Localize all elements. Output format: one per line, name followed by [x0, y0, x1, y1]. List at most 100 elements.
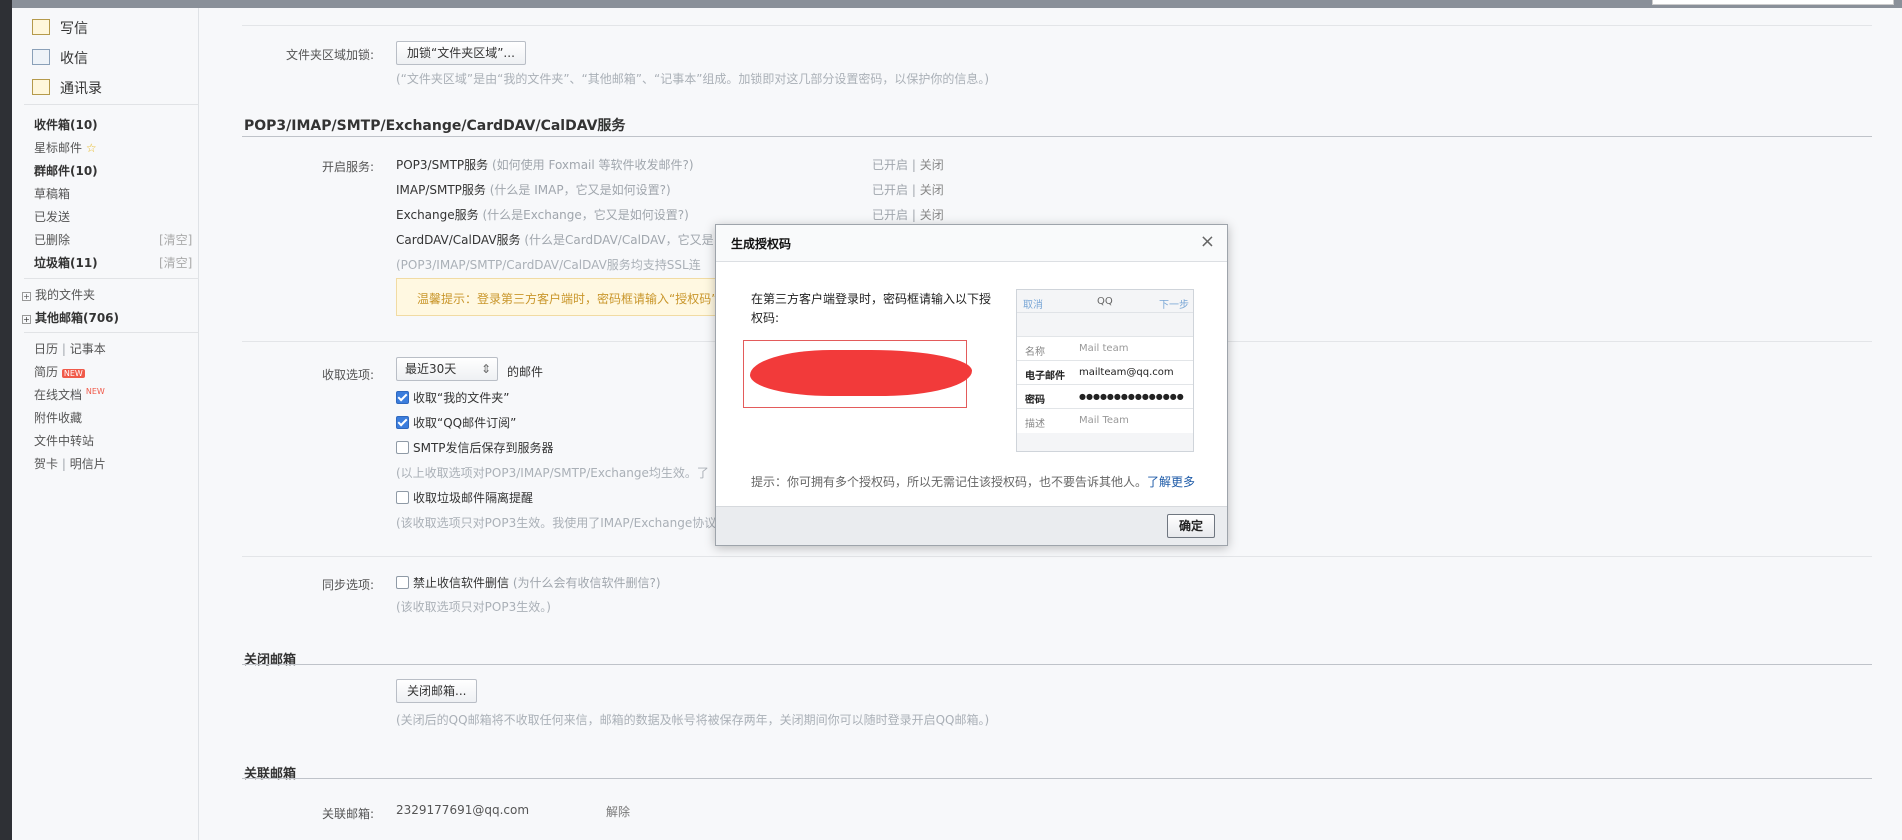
compose-link[interactable]: 写信: [32, 18, 88, 38]
learn-more-link[interactable]: 了解更多: [1147, 475, 1195, 489]
close-mailbox-title: 关闭邮箱: [244, 653, 297, 668]
receive-label: 收信: [60, 51, 88, 67]
junk-opt[interactable]: 收取垃圾邮件隔离提醒: [396, 489, 533, 506]
new-badge: NEW: [85, 387, 105, 396]
folder-starred[interactable]: 星标邮件 ☆: [34, 139, 97, 156]
folder-lock-button[interactable]: 加锁“文件夹区域”...: [396, 41, 526, 65]
close-service-link[interactable]: 关闭: [920, 183, 944, 197]
calendar-link[interactable]: 日历: [34, 342, 58, 356]
close-service-link[interactable]: 关闭: [920, 208, 944, 222]
row-value: Mail Team: [1079, 415, 1129, 426]
divider: [242, 136, 1872, 137]
phone-row: 描述 Mail Team: [1017, 408, 1193, 433]
checkbox[interactable]: [396, 416, 409, 429]
sync-hint: (该收取选项只对POP3生效。): [396, 600, 551, 614]
receive-range-select[interactable]: 最近30天 ⇕: [396, 357, 498, 381]
phone-cancel: 取消: [1023, 300, 1043, 311]
folder-drafts[interactable]: 草稿箱: [34, 185, 70, 202]
my-folders[interactable]: + 我的文件夹: [22, 286, 95, 303]
folder-lock-hint: (“文件夹区域”是由“我的文件夹”、“其他邮箱”、“记事本”组成。加锁即对这几部…: [396, 72, 990, 86]
clear-junk-link[interactable]: [清空]: [159, 254, 192, 271]
row-key: 描述: [1025, 419, 1045, 430]
folder-group[interactable]: 群邮件(10): [34, 162, 98, 179]
checkbox[interactable]: [396, 491, 409, 504]
receive-link[interactable]: 收信: [32, 48, 88, 68]
resume-link[interactable]: 简历 NEW: [34, 363, 85, 380]
contacts-label: 通讯录: [60, 81, 102, 97]
checkbox-label: SMTP发信后保存到服务器: [413, 441, 554, 455]
search-input[interactable]: [1652, 0, 1894, 5]
sync-help-link[interactable]: (为什么会有收信软件删信?): [513, 576, 661, 590]
service-help-link[interactable]: (如何使用 Foxmail 等软件收发邮件?): [492, 158, 694, 172]
receive-opt-subscription[interactable]: 收取“QQ邮件订阅”: [396, 414, 516, 431]
service-help-link[interactable]: (什么是 IMAP，它又是如何设置?): [490, 183, 671, 197]
phone-title: QQ: [1097, 296, 1113, 307]
notes-link[interactable]: 记事本: [70, 342, 106, 356]
folder-deleted[interactable]: 已删除 [清空]: [34, 231, 204, 248]
unlink-link[interactable]: 解除: [606, 803, 630, 820]
service-exchange-status: 已开启 | 关闭: [872, 206, 944, 223]
service-name: IMAP/SMTP服务: [396, 183, 486, 197]
separator: |: [61, 457, 66, 471]
separator: |: [911, 183, 916, 197]
dialog-tip: 提示：你可拥有多个授权码，所以无需记住该授权码，也不要告诉其他人。了解更多: [751, 473, 1195, 490]
sync-label: 同步选项:: [321, 578, 374, 592]
divider: [24, 104, 204, 105]
checkbox[interactable]: [396, 576, 409, 589]
service-pop3-status: 已开启 | 关闭: [872, 156, 944, 173]
folder-deleted-label: 已删除: [34, 233, 71, 247]
receive-opt-smtp-save[interactable]: SMTP发信后保存到服务器: [396, 439, 554, 456]
checkbox[interactable]: [396, 441, 409, 454]
compose-icon: [32, 19, 50, 35]
docs-link[interactable]: 在线文档 NEW: [34, 386, 105, 403]
folder-lock-label: 文件夹区域加锁:: [285, 48, 374, 62]
receive-opt-folders[interactable]: 收取“我的文件夹”: [396, 389, 509, 406]
linked-email: 2329177691@qq.com: [396, 803, 530, 817]
close-mailbox-button[interactable]: 关闭邮箱...: [396, 679, 478, 703]
attachments-link[interactable]: 附件收藏: [34, 409, 82, 426]
linked-mailbox-title: 关联邮箱: [244, 767, 297, 782]
sync-opt[interactable]: 禁止收信软件删信 (为什么会有收信软件删信?): [396, 574, 661, 591]
folder-inbox[interactable]: 收件箱(10): [34, 116, 98, 133]
inbox-icon: [32, 49, 50, 65]
docs-label: 在线文档: [34, 388, 83, 402]
close-service-link[interactable]: 关闭: [920, 158, 944, 172]
pop-section-title: POP3/IMAP/SMTP/Exchange/CardDAV/CalDAV服务: [244, 118, 626, 134]
status-text: 已开启: [872, 158, 909, 172]
service-help-link[interactable]: (什么是CardDAV/CalDAV，它又是: [524, 233, 713, 247]
phone-row: 密码 ●●●●●●●●●●●●●●●: [1017, 384, 1193, 409]
folder-sent[interactable]: 已发送: [34, 208, 70, 225]
contacts-icon: [32, 79, 50, 95]
contacts-link[interactable]: 通讯录: [32, 78, 102, 98]
receive-hint: (以上收取选项对POP3/IMAP/SMTP/Exchange均生效。了: [396, 466, 709, 480]
dialog-title: 生成授权码: [731, 237, 792, 251]
divider: [24, 278, 204, 279]
service-help-link[interactable]: (什么是Exchange，它又是如何设置?): [482, 208, 688, 222]
clear-deleted-link[interactable]: [清空]: [159, 231, 192, 248]
compose-label: 写信: [60, 21, 88, 37]
service-exchange: Exchange服务 (什么是Exchange，它又是如何设置?): [396, 206, 689, 223]
checkbox[interactable]: [396, 391, 409, 404]
close-icon[interactable]: ×: [1200, 231, 1215, 252]
service-name: CardDAV/CalDAV服务: [396, 233, 521, 247]
transfer-link[interactable]: 文件中转站: [34, 432, 94, 449]
separator: |: [911, 208, 916, 222]
resume-label: 简历: [34, 365, 59, 379]
folder-junk[interactable]: 垃圾箱(11) [清空]: [34, 254, 204, 271]
row-value: ●●●●●●●●●●●●●●●: [1079, 392, 1184, 401]
postcards-link[interactable]: 明信片: [70, 457, 106, 471]
row-key: 名称: [1025, 347, 1045, 358]
divider: [242, 778, 1872, 779]
warning-text: 温馨提示：登录第三方客户端时，密码框请输入“授权码”: [417, 292, 718, 306]
phone-row: 名称 Mail team: [1017, 336, 1193, 361]
expand-icon: +: [22, 292, 31, 301]
confirm-button[interactable]: 确定: [1167, 514, 1215, 538]
status-text: 已开启: [872, 183, 909, 197]
separator: |: [61, 342, 66, 356]
row-key: 密码: [1025, 395, 1045, 406]
other-mail[interactable]: + 其他邮箱(706): [22, 309, 119, 326]
tools-row-cards: 贺卡 | 明信片: [34, 455, 106, 472]
select-arrow-icon: ⇕: [480, 362, 491, 376]
cards-link[interactable]: 贺卡: [34, 457, 58, 471]
checkbox-label: 收取“我的文件夹”: [413, 391, 510, 405]
